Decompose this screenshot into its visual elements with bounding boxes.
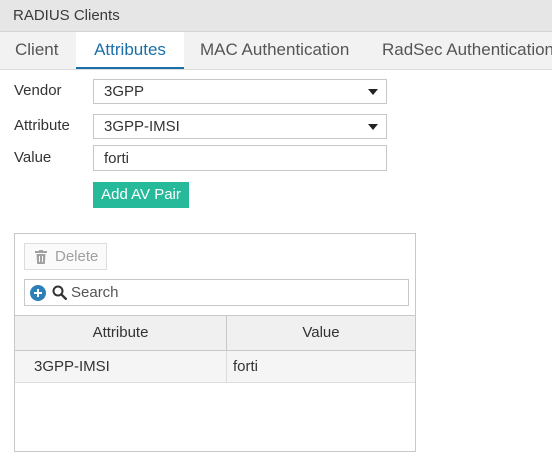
cell-attribute: 3GPP-IMSI: [15, 351, 227, 382]
chevron-down-icon: [368, 124, 378, 130]
attribute-select-value: 3GPP-IMSI: [104, 118, 180, 135]
title-bar: RADIUS Clients: [0, 0, 552, 32]
window-title: RADIUS Clients: [13, 7, 120, 24]
value-label: Value: [14, 149, 52, 166]
table-row[interactable]: 3GPP-IMSI forti: [15, 351, 415, 383]
tab-client[interactable]: Client: [0, 32, 76, 69]
search-input[interactable]: [71, 281, 401, 304]
search-bar: [24, 279, 409, 306]
av-pair-table-panel: Delete Attribute Value 3GPP-IMSI forti: [14, 233, 416, 452]
delete-button[interactable]: Delete: [24, 243, 107, 270]
tab-attributes[interactable]: Attributes: [76, 32, 184, 69]
attribute-select[interactable]: 3GPP-IMSI: [93, 114, 387, 139]
cell-value: forti: [233, 358, 259, 375]
tab-radsec-authentication[interactable]: RadSec Authentication: [382, 32, 552, 69]
column-header-value[interactable]: Value: [227, 316, 415, 350]
add-av-pair-button[interactable]: Add AV Pair: [93, 182, 189, 208]
radius-clients-dialog: RADIUS Clients Client Attributes MAC Aut…: [0, 0, 552, 456]
chevron-down-icon: [368, 89, 378, 95]
vendor-select[interactable]: 3GPP: [93, 79, 387, 104]
delete-button-label: Delete: [55, 248, 99, 265]
trash-icon: [35, 250, 47, 264]
vendor-label: Vendor: [14, 82, 62, 99]
plus-circle-icon[interactable]: [30, 285, 46, 301]
value-input[interactable]: [93, 145, 387, 171]
tab-mac-authentication[interactable]: MAC Authentication: [200, 32, 349, 69]
tab-bar: Client Attributes MAC Authentication Rad…: [0, 32, 552, 70]
attribute-label: Attribute: [14, 117, 70, 134]
table-header: Attribute Value: [15, 315, 415, 351]
column-header-attribute[interactable]: Attribute: [15, 316, 227, 350]
search-icon: [52, 285, 67, 300]
vendor-select-value: 3GPP: [104, 83, 145, 100]
